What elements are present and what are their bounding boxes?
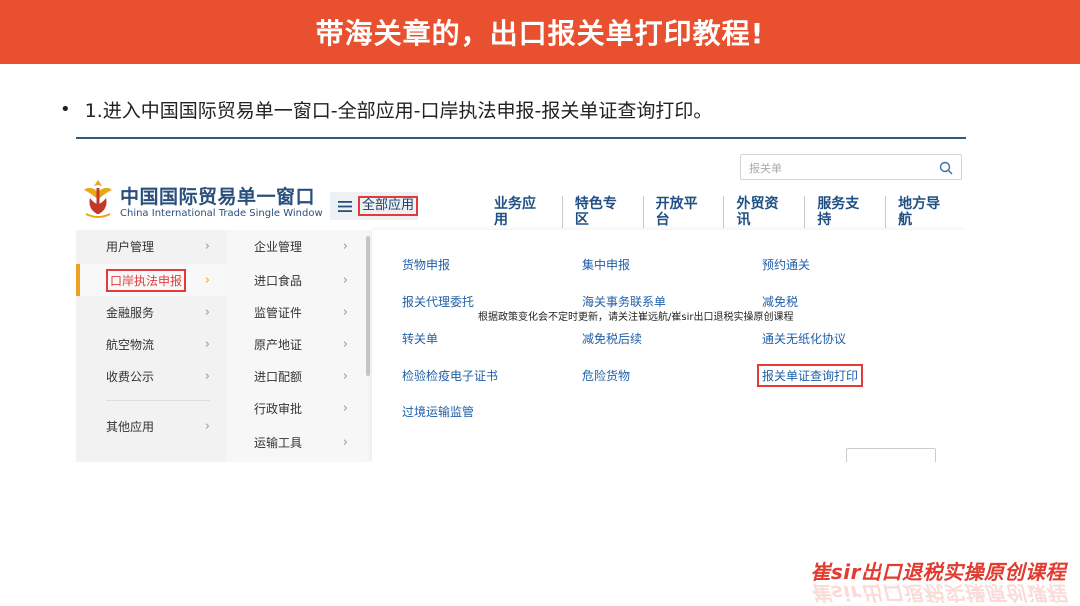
link-declaration-query-print[interactable]: 报关单证查询打印 (757, 364, 864, 387)
link-inspection-e-certificate[interactable]: 检验检疫电子证书 (402, 367, 498, 384)
menu-item-fee-disclosure[interactable]: 收费公示 › (76, 360, 226, 392)
submenu-item-administrative-approval[interactable]: 行政审批 › (226, 392, 372, 424)
link-appointment-clearance[interactable]: 预约通关 (762, 256, 810, 273)
slide-title: 带海关章的，出口报关单打印教程! (315, 17, 765, 50)
search-box[interactable] (740, 154, 962, 180)
bullet-item: • 1.进入中国国际贸易单一窗口-全部应用-口岸执法申报-报关单证查询打印。 (60, 96, 712, 123)
submenu-item-label: 行政审批 (254, 401, 303, 416)
menu-item-label: 航空物流 (106, 337, 155, 352)
top-nav: 业务应用 特色专区 开放平台 外贸资讯 服务支持 地方导航 (482, 196, 966, 228)
submenu-item-label: 进口配额 (254, 369, 303, 384)
menu-item-user-management[interactable]: 用户管理 › (76, 230, 226, 262)
update-notice: 根据政策变化会不定时更新，请关注崔远航/崔sir出口退税实操原创课程 (478, 312, 794, 323)
link-transfer-declaration[interactable]: 转关单 (402, 330, 438, 347)
submenu-item-label: 运输工具 (254, 435, 303, 450)
submenu-item-transport-vehicles[interactable]: 运输工具 › (226, 426, 372, 458)
chevron-right-icon: › (342, 238, 348, 254)
link-dangerous-goods[interactable]: 危险货物 (582, 367, 630, 384)
subcategory-menu: 企业管理 › 进口食品 › 监管证件 › 原产地证 › 进口配额 › 行政审批 … (226, 230, 372, 462)
logo-title-en: China International Trade Single Window (120, 208, 323, 219)
submenu-item-label: 进口食品 (254, 273, 303, 288)
menu-icon (338, 200, 352, 212)
app-links-panel: 货物申报 集中申报 预约通关 报关代理委托 海关事务联系单 减免税 根据政策变化… (372, 230, 966, 462)
chevron-right-icon: › (204, 368, 210, 384)
single-window-logo-icon[interactable] (78, 176, 118, 220)
chevron-right-icon: › (204, 418, 210, 434)
link-centralized-declaration[interactable]: 集中申报 (582, 256, 630, 273)
nav-local-navigation[interactable]: 地方导航 (886, 196, 966, 228)
submenu-item-import-quota[interactable]: 进口配额 › (226, 360, 372, 392)
chevron-right-icon: › (204, 238, 210, 254)
link-transit-transport-supervision[interactable]: 过境运输监管 (402, 403, 474, 420)
nav-trade-news[interactable]: 外贸资讯 (724, 196, 806, 228)
link-paperless-clearance-agreement[interactable]: 通关无纸化协议 (762, 330, 846, 347)
chevron-right-icon: › (342, 400, 348, 416)
menu-item-other-apps[interactable]: 其他应用 › (76, 410, 226, 442)
submenu-item-imported-food[interactable]: 进口食品 › (226, 264, 372, 296)
menu-item-label: 金融服务 (106, 305, 155, 320)
all-apps-label: 全部应用 (358, 196, 418, 216)
menu-separator (106, 400, 210, 401)
menu-item-label: 收费公示 (106, 369, 155, 384)
course-watermark-reflection: 崔sir出口退税实操原创课程 (810, 581, 1066, 605)
chevron-right-icon: › (342, 434, 348, 450)
menu-item-air-logistics[interactable]: 航空物流 › (76, 328, 226, 360)
chevron-right-icon: › (204, 336, 210, 352)
chevron-right-icon: › (342, 304, 348, 320)
category-menu: 用户管理 › 口岸执法申报 › 金融服务 › 航空物流 › 收费公示 › 其他应… (76, 230, 226, 462)
logo-title-cn[interactable]: 中国国际贸易单一窗口 (120, 182, 315, 209)
link-tax-exemption-followup[interactable]: 减免税后续 (582, 330, 642, 347)
search-icon[interactable] (939, 161, 953, 175)
bullet-dot-icon: • (60, 99, 71, 120)
submenu-item-label: 监管证件 (254, 305, 303, 320)
submenu-item-regulatory-certificates[interactable]: 监管证件 › (226, 296, 372, 328)
chevron-right-icon: › (342, 368, 348, 384)
nav-business-apps[interactable]: 业务应用 (482, 196, 563, 228)
submenu-item-certificate-of-origin[interactable]: 原产地证 › (226, 328, 372, 360)
chevron-right-icon: › (342, 336, 348, 352)
bullet-text: 1.进入中国国际贸易单一窗口-全部应用-口岸执法申报-报关单证查询打印。 (84, 100, 713, 122)
menu-item-label: 用户管理 (106, 239, 155, 254)
website-screenshot: 中国国际贸易单一窗口 China International Trade Sin… (76, 148, 966, 462)
menu-item-financial-services[interactable]: 金融服务 › (76, 296, 226, 328)
menu-item-port-enforcement[interactable]: 口岸执法申报 › (76, 264, 226, 296)
chevron-right-icon: › (342, 272, 348, 288)
submenu-item-enterprise-management[interactable]: 企业管理 › (226, 230, 372, 262)
nav-service-support[interactable]: 服务支持 (805, 196, 887, 228)
chevron-right-icon: › (204, 304, 210, 320)
divider (76, 137, 966, 139)
menu-item-label: 其他应用 (106, 419, 155, 434)
menu-item-label: 口岸执法申报 (106, 268, 187, 292)
submenu-item-label: 企业管理 (254, 239, 303, 254)
chevron-right-icon: › (204, 272, 210, 288)
floating-widget-edge (846, 448, 936, 462)
submenu-item-label: 原产地证 (254, 337, 303, 352)
nav-featured-zone[interactable]: 特色专区 (563, 196, 644, 228)
search-input[interactable] (749, 160, 929, 176)
all-apps-button[interactable]: 全部应用 (330, 192, 418, 220)
slide-header: 带海关章的，出口报关单打印教程! (0, 0, 1080, 64)
nav-open-platform[interactable]: 开放平台 (644, 196, 725, 228)
link-goods-declaration[interactable]: 货物申报 (402, 256, 450, 273)
link-customs-agent-authorization[interactable]: 报关代理委托 (402, 293, 474, 310)
submenu-scrollbar[interactable] (366, 236, 370, 376)
